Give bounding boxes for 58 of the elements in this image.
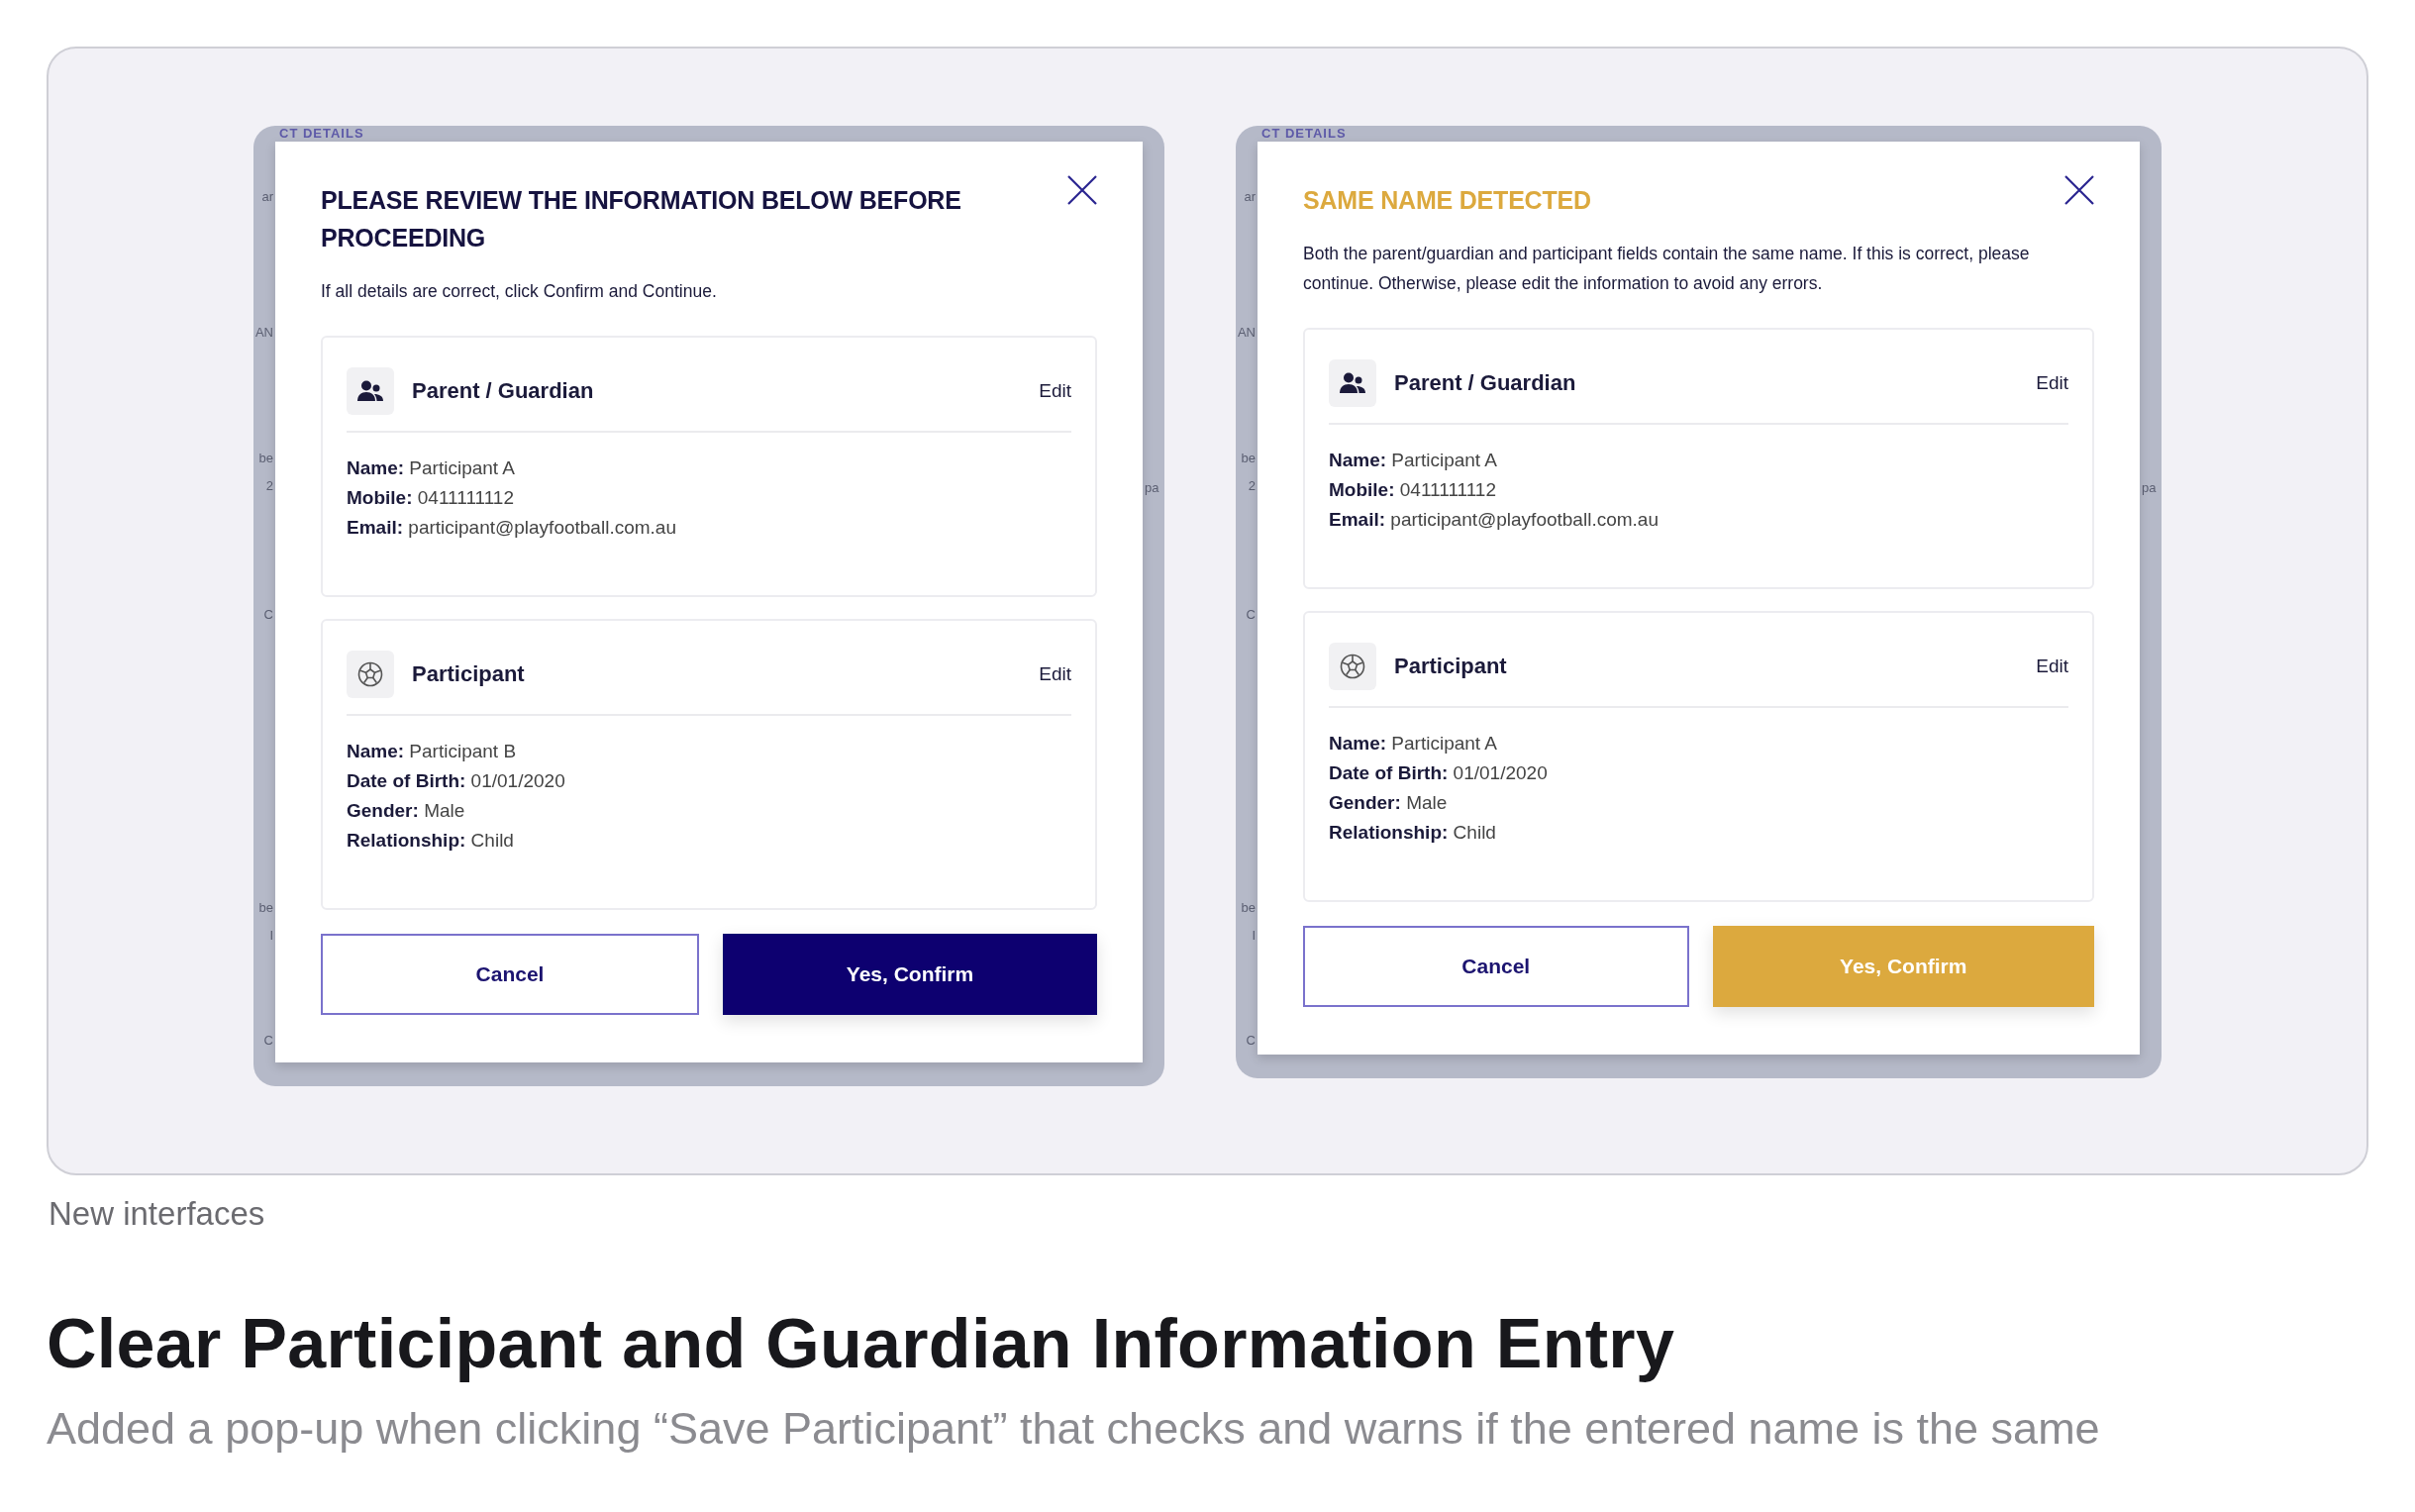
backdrop-text: be	[1241, 900, 1256, 916]
confirm-button[interactable]: Yes, Confirm	[723, 934, 1097, 1015]
description-text: Added a pop-up when clicking “Save Participant” that checks and warns if the entered name is the same	[47, 1403, 2101, 1455]
modal-message: If all details are correct, click Confirm and Continue.	[321, 280, 718, 303]
section-heading: Clear Participant and Guardian Information Entry	[47, 1304, 1676, 1383]
modal-title: SAME NAME DETECTED	[1303, 185, 1592, 216]
detail-line: Gender: Male	[1329, 791, 1449, 815]
backdrop-text: pa	[2142, 480, 2157, 496]
close-icon[interactable]	[2063, 173, 2096, 207]
detail-line: Email: participant@playfootball.com.au	[1329, 508, 1660, 532]
modal-title: PLEASE REVIEW THE INFORMATION BELOW BEFORE PROCEEDING	[321, 185, 962, 253]
edit-link[interactable]: Edit	[1039, 380, 1071, 402]
detail-line: Name: Participant A	[347, 456, 517, 480]
backdrop-text: be	[258, 900, 273, 916]
backdrop-text: I	[1252, 928, 1256, 944]
backdrop-heading: CT DETAILS	[279, 127, 365, 141]
detail-line: Date of Birth: 01/01/2020	[347, 769, 566, 793]
backdrop-text: C	[263, 607, 273, 623]
detail-line: Relationship: Child	[1329, 821, 1497, 845]
cancel-button[interactable]: Cancel	[321, 934, 699, 1015]
backdrop-heading: CT DETAILS	[1261, 127, 1348, 141]
people-icon	[1340, 372, 1365, 394]
section-title: Participant	[412, 661, 526, 687]
edit-link[interactable]: Edit	[1039, 663, 1071, 685]
detail-line: Name: Participant A	[1329, 449, 1499, 472]
backdrop-text: 2	[1248, 478, 1256, 494]
backdrop-text: AN	[254, 325, 273, 341]
section-title: Participant	[1394, 654, 1508, 679]
backdrop-text: AN	[1237, 325, 1256, 341]
detail-line: Relationship: Child	[347, 829, 515, 853]
backdrop-text: be	[258, 451, 273, 466]
backdrop-text: C	[1246, 607, 1256, 623]
backdrop-text: ar	[1244, 189, 1256, 205]
backdrop-text: pa	[1145, 480, 1159, 496]
backdrop-text: C	[1246, 1033, 1256, 1049]
backdrop-text: C	[263, 1033, 273, 1049]
modal-message: Both the parent/guardian and participant fields contain the same name. If this is correct, please continue. Otherwise, please edit the information to avoid any errors.	[1303, 243, 2031, 295]
section-title: Parent / Guardian	[412, 378, 595, 404]
detail-line: Date of Birth: 01/01/2020	[1329, 761, 1549, 785]
soccer-ball-icon	[1340, 654, 1365, 679]
section-title: Parent / Guardian	[1394, 370, 1577, 396]
edit-link[interactable]: Edit	[2036, 655, 2068, 677]
detail-line: Email: participant@playfootball.com.au	[347, 516, 677, 540]
image-caption: New interfaces	[49, 1195, 266, 1233]
soccer-ball-icon	[357, 661, 383, 687]
cancel-button[interactable]: Cancel	[1303, 926, 1689, 1007]
detail-line: Mobile: 0411111112	[347, 486, 515, 510]
backdrop-text: ar	[261, 189, 273, 205]
detail-line: Name: Participant A	[1329, 732, 1499, 756]
backdrop-text: 2	[265, 478, 273, 494]
close-icon[interactable]	[1065, 173, 1099, 207]
people-icon	[357, 380, 383, 402]
detail-line: Gender: Male	[347, 799, 466, 823]
backdrop-text: I	[269, 928, 273, 944]
edit-link[interactable]: Edit	[2036, 372, 2068, 394]
detail-line: Mobile: 0411111112	[1329, 478, 1497, 502]
backdrop-text: be	[1241, 451, 1256, 466]
detail-line: Name: Participant B	[347, 740, 518, 763]
